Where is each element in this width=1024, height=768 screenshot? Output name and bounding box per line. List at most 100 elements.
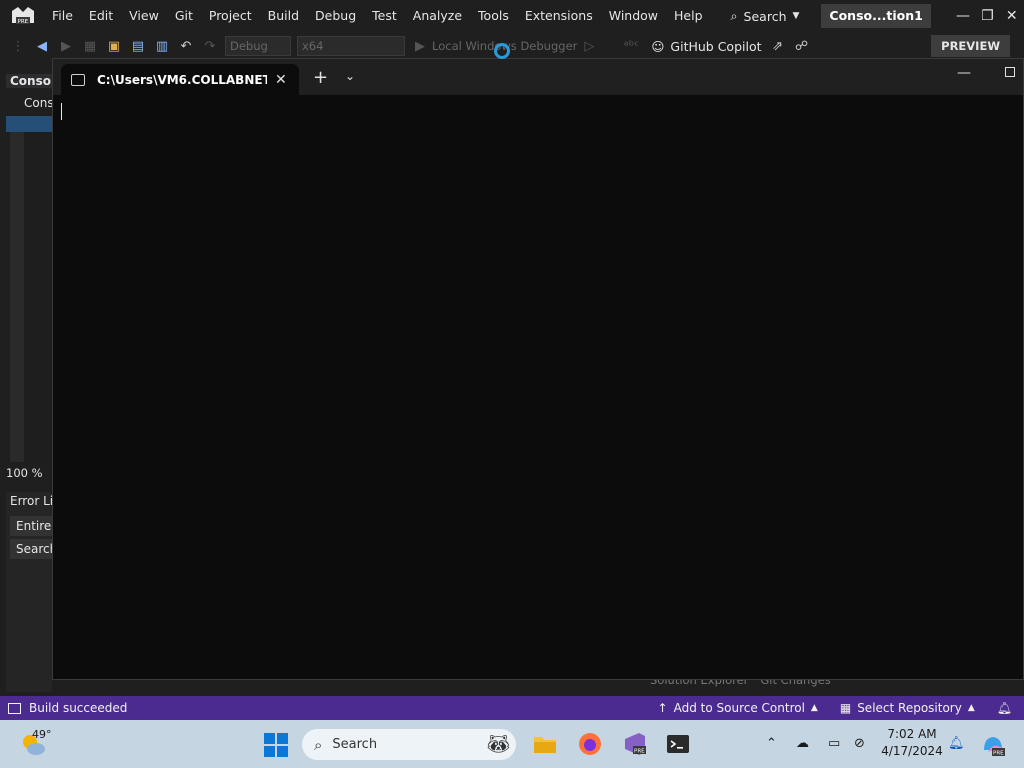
output-icon[interactable] <box>8 702 21 714</box>
visual-studio-preview-icon[interactable]: PRE <box>621 731 647 757</box>
zoom-level[interactable]: 100 % <box>6 466 52 484</box>
weather-widget[interactable]: 49° <box>20 728 60 760</box>
vs-status-bar: Build succeeded ↑ Add to Source Control … <box>0 696 1024 720</box>
windows-logo-part <box>277 733 288 744</box>
error-search-input[interactable]: Search <box>10 539 52 559</box>
network-icon[interactable]: ⊘ <box>854 736 865 751</box>
github-copilot-button[interactable]: ☺ GitHub Copilot <box>651 39 761 54</box>
new-tab-icon[interactable]: + <box>313 67 328 88</box>
maximize-icon[interactable] <box>1005 67 1015 77</box>
start-button[interactable] <box>264 733 288 757</box>
copilot-icon: ☺ <box>651 38 665 54</box>
close-icon[interactable]: ✕ <box>275 72 287 88</box>
tab-cons-file[interactable]: Cons <box>6 96 52 110</box>
editor-nav-bar <box>6 116 52 132</box>
notification-bell-icon[interactable]: 🔔︎ <box>948 736 965 751</box>
error-list-panel: Error List Entire Search <box>6 492 64 692</box>
clock-time: 7:02 AM <box>887 727 937 741</box>
new-project-icon[interactable]: ▦ <box>80 36 100 56</box>
terminal-tab[interactable]: C:\Users\VM6.COLLABNET\so ✕ <box>61 64 299 95</box>
busy-cursor-icon <box>494 43 510 59</box>
preview-badge[interactable]: PREVIEW <box>931 35 1010 57</box>
tab-console-doc[interactable]: Console <box>6 74 52 88</box>
vs-toolbar: ⋮ ◀ ▶ ▦ ▣ ▤ ▥ ↶ ↷ Debug x64 ▶ Local Wind… <box>0 32 1024 60</box>
system-clock[interactable]: 7:02 AM 4/17/2024 <box>880 726 944 760</box>
cmd-icon <box>71 73 85 86</box>
menu-git[interactable]: Git <box>167 0 201 32</box>
editor-gutter <box>10 132 24 462</box>
feedback-icon[interactable]: ☍ <box>792 36 812 56</box>
config-select[interactable]: Debug <box>225 36 291 56</box>
share-icon[interactable]: ⇗ <box>768 36 788 56</box>
svg-text:PRE: PRE <box>634 749 645 755</box>
minimize-icon[interactable]: — <box>957 65 971 81</box>
temperature: 49° <box>32 728 52 741</box>
windows-logo-icon <box>264 733 275 744</box>
svg-text:PRE: PRE <box>993 751 1004 757</box>
error-scope-select[interactable]: Entire <box>10 516 52 536</box>
restore-icon[interactable]: ❐ <box>975 8 999 24</box>
menu-file[interactable]: File <box>44 0 81 32</box>
terminal-tab-bar: C:\Users\VM6.COLLABNET\so ✕ + ⌄ — <box>53 59 1023 95</box>
platform-select[interactable]: x64 <box>297 36 405 56</box>
menu-window[interactable]: Window <box>601 0 666 32</box>
repository-label: Select Repository <box>857 701 962 715</box>
vs-preview-logo-icon: PRE <box>10 5 36 27</box>
onedrive-offline-icon[interactable]: ☁ <box>796 736 809 751</box>
search-icon: ⌕ <box>314 735 323 754</box>
terminal-app-icon[interactable] <box>665 731 691 757</box>
solution-name-badge[interactable]: Conso...tion1 <box>821 4 931 28</box>
grip-icon: ⋮ <box>11 38 25 54</box>
vs-search-button[interactable]: ⌕ Search ▼ <box>723 8 808 24</box>
display-icon[interactable]: ▭ <box>828 736 840 751</box>
clock-date: 4/17/2024 <box>881 744 943 758</box>
menu-test[interactable]: Test <box>364 0 405 32</box>
navigate-back-icon[interactable]: ◀ <box>32 36 52 56</box>
copilot-preview-icon[interactable]: PRE <box>980 732 1006 758</box>
start-debug-icon[interactable]: ▶ <box>410 36 430 56</box>
menu-help[interactable]: Help <box>666 0 711 32</box>
vs-search-label: Search <box>743 8 787 24</box>
windows-logo-part <box>264 746 275 757</box>
menu-tools[interactable]: Tools <box>470 0 517 32</box>
arrow-up-icon: ↑ <box>657 701 668 715</box>
taskbar-search-placeholder: Search <box>332 737 378 752</box>
taskbar-search[interactable]: ⌕ Search 🦝︎ <box>302 729 516 760</box>
chevron-up-icon: ▲ <box>810 703 818 713</box>
save-all-icon[interactable]: ▥ <box>152 36 172 56</box>
close-icon[interactable]: ✕ <box>1000 8 1024 24</box>
minimize-icon[interactable]: — <box>951 8 975 24</box>
terminal-cursor <box>61 103 62 120</box>
windows-taskbar: 49° ⌕ Search 🦝︎ PRE ⌃ ☁ ▭ ⊘ 7:02 AM 4/17… <box>0 720 1024 768</box>
spell-check-icon[interactable]: ᵃᵇᶜ <box>621 36 641 56</box>
menu-edit[interactable]: Edit <box>81 0 121 32</box>
terminal-tab-title: C:\Users\VM6.COLLABNET\so <box>97 72 267 87</box>
menu-extensions[interactable]: Extensions <box>517 0 601 32</box>
file-explorer-icon[interactable] <box>532 731 558 757</box>
menu-view[interactable]: View <box>121 0 167 32</box>
windows-logo-part <box>277 746 288 757</box>
chevron-down-icon[interactable]: ⌄ <box>345 69 355 83</box>
copilot-label: GitHub Copilot <box>670 38 762 54</box>
menu-analyze[interactable]: Analyze <box>405 0 470 32</box>
chevron-down-icon: ▼ <box>792 11 800 21</box>
menu-project[interactable]: Project <box>201 0 260 32</box>
terminal-window: C:\Users\VM6.COLLABNET\so ✕ + ⌄ — <box>52 58 1024 680</box>
navigate-forward-icon[interactable]: ▶ <box>56 36 76 56</box>
menu-debug[interactable]: Debug <box>307 0 364 32</box>
run-without-debug-icon[interactable]: ▷ <box>579 36 599 56</box>
menu-build[interactable]: Build <box>260 0 307 32</box>
open-folder-icon[interactable]: ▣ <box>104 36 124 56</box>
notifications-icon[interactable]: 🔔︎ <box>997 701 1012 715</box>
search-icon: ⌕ <box>730 8 738 23</box>
search-highlight-icon: 🦝︎ <box>487 734 510 755</box>
firefox-icon[interactable] <box>577 731 603 757</box>
chevron-up-icon[interactable]: ⌃ <box>766 736 777 751</box>
vs-title-bar: PRE File Edit View Git Project Build Deb… <box>0 0 1024 32</box>
undo-icon[interactable]: ↶ <box>176 36 196 56</box>
save-icon[interactable]: ▤ <box>128 36 148 56</box>
select-repository-button[interactable]: ▦ Select Repository ▲ <box>840 701 975 715</box>
add-to-source-control-button[interactable]: ↑ Add to Source Control ▲ <box>658 701 818 715</box>
redo-icon[interactable]: ↷ <box>200 36 220 56</box>
build-status: Build succeeded <box>29 701 128 715</box>
